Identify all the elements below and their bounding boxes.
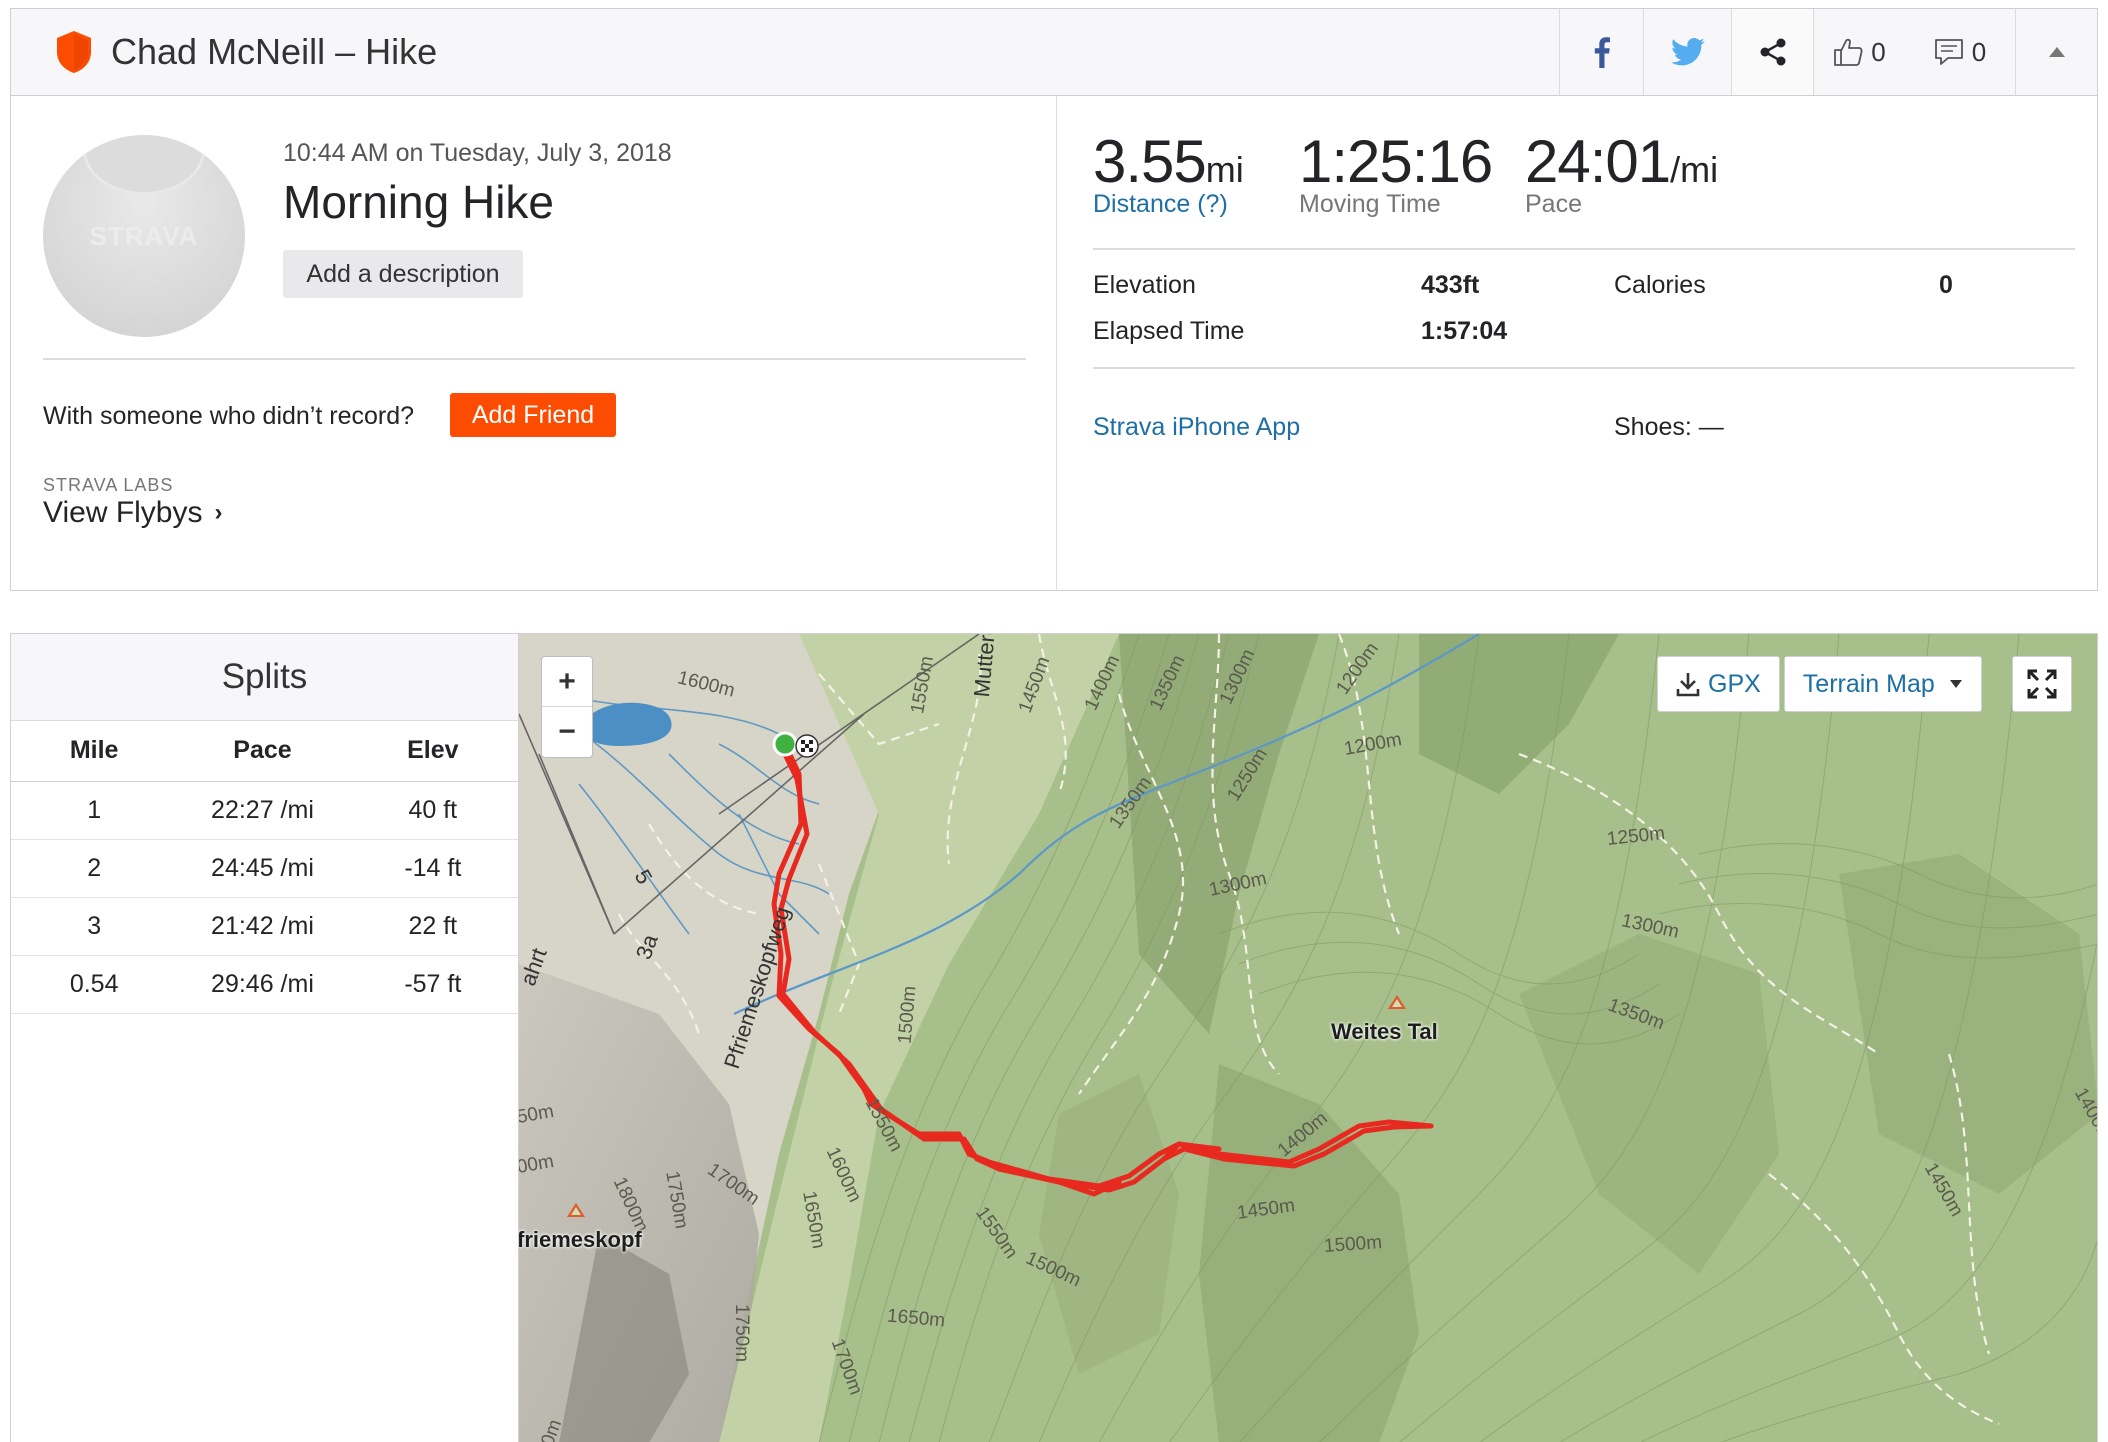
distance-value: 3.55 [1093, 128, 1207, 195]
elapsed-time-value: 1:57:04 [1421, 317, 1508, 345]
distance-label-link[interactable]: Distance (?) [1093, 190, 1244, 219]
stat-pace: 24:01/mi Pace [1525, 127, 1718, 219]
split-mile: 0.54 [11, 955, 178, 1014]
header-title-wrap: Chad McNeill – Hike [11, 30, 1559, 74]
column-header-pace: Pace [177, 721, 348, 782]
add-description-button[interactable]: Add a description [283, 250, 523, 298]
map-type-select[interactable]: Terrain Map [1783, 656, 1982, 712]
activity-stats: 3.55mi Distance (?) 1:25:16 Moving Time … [1059, 95, 2099, 590]
finish-flag-icon [795, 734, 819, 758]
elapsed-time-label: Elapsed Time [1093, 317, 1245, 345]
split-pace: 29:46 /mi [177, 955, 348, 1014]
view-flybys-label: View Flybys [43, 496, 203, 529]
splits-header-row: Mile Pace Elev [11, 721, 518, 782]
pace-unit: /mi [1670, 149, 1719, 190]
table-row[interactable]: 3 21:42 /mi 22 ft [11, 897, 518, 956]
activity-datetime: 10:44 AM on Tuesday, July 3, 2018 [283, 139, 672, 167]
gpx-label: GPX [1708, 669, 1761, 698]
activity-name[interactable]: Morning Hike [283, 175, 554, 229]
zoom-in-button[interactable]: + [542, 657, 592, 707]
activity-title: Chad McNeill – Hike [111, 31, 438, 72]
calories-value: 0 [1939, 271, 1953, 299]
gpx-download-button[interactable]: GPX [1657, 656, 1780, 712]
kudos-count: 0 [1871, 36, 1886, 67]
device-link[interactable]: Strava iPhone App [1093, 413, 1300, 442]
distance-unit: mi [1205, 149, 1244, 190]
route-map[interactable]: 1600m 1550m 1450m 1400m 1350m 1300m 1200… [518, 633, 2098, 1442]
split-mile: 2 [11, 839, 178, 898]
with-someone-text: With someone who didn’t record? [43, 402, 415, 430]
activity-details: STRAVA 10:44 AM on Tuesday, July 3, 2018… [11, 95, 1057, 590]
stat-distance: 3.55mi Distance (?) [1093, 127, 1244, 219]
terrain-map-layer [519, 634, 2097, 1442]
peak-icon [1388, 995, 1406, 1009]
strava-shield-icon [57, 31, 91, 73]
map-controls: GPX Terrain Map [1657, 656, 1982, 712]
comment-count: 0 [1971, 36, 1987, 67]
fullscreen-button[interactable] [2012, 656, 2072, 712]
splits-table: Mile Pace Elev 1 22:27 /mi 40 ft 2 24:45… [11, 721, 518, 1014]
elevation-label: Elevation [1093, 271, 1196, 299]
splits-title: Splits [11, 634, 518, 721]
place-label: Weites Tal [1331, 1019, 1438, 1044]
facebook-share-button[interactable] [1559, 9, 1643, 95]
twitter-share-button[interactable] [1643, 9, 1731, 95]
comment-button[interactable]: 0 [1905, 9, 2015, 95]
kudos-button[interactable]: 0 [1813, 9, 1905, 95]
split-elev: -57 ft [347, 955, 518, 1014]
share-button[interactable] [1731, 9, 1813, 95]
table-row[interactable]: 2 24:45 /mi -14 ft [11, 839, 518, 898]
facebook-icon [1594, 37, 1610, 68]
column-header-elev: Elev [347, 721, 518, 782]
split-elev: 40 ft [347, 781, 518, 840]
column-header-mile: Mile [11, 721, 178, 782]
calories-label: Calories [1614, 271, 1706, 299]
avatar-collar [83, 135, 205, 195]
split-mile: 1 [11, 781, 178, 840]
map-type-label: Terrain Map [1802, 669, 1935, 698]
peak-icon [567, 1203, 585, 1217]
fullscreen-icon [2027, 669, 2057, 699]
zoom-control: + − [541, 656, 593, 758]
split-elev: 22 ft [347, 897, 518, 956]
table-row[interactable]: 1 22:27 /mi 40 ft [11, 781, 518, 840]
zoom-out-button[interactable]: − [542, 707, 592, 757]
download-icon [1676, 673, 1700, 697]
divider [43, 358, 1026, 360]
divider [1093, 367, 2075, 369]
split-pace: 21:42 /mi [177, 897, 348, 956]
activity-header: Chad McNeill – Hike 0 0 [10, 8, 2098, 96]
view-flybys-link[interactable]: View Flybys › [43, 496, 223, 530]
comment-icon [1934, 39, 1963, 65]
share-icon [1760, 38, 1785, 66]
stat-moving-time: 1:25:16 Moving Time [1299, 127, 1493, 219]
activity-summary: STRAVA 10:44 AM on Tuesday, July 3, 2018… [10, 95, 2098, 591]
avatar-strava-logo: STRAVA [89, 221, 199, 251]
contour-label: 1500m [1323, 1232, 1383, 1258]
pace-value: 24:01 [1525, 128, 1671, 195]
contour-label: 1750m [731, 1303, 753, 1363]
caret-down-icon [1949, 680, 1962, 688]
strava-labs-label: STRAVA LABS [43, 475, 174, 495]
table-row[interactable]: 0.54 29:46 /mi -57 ft [11, 955, 518, 1014]
splits-panel: Splits Mile Pace Elev 1 22:27 /mi 40 ft … [10, 633, 518, 1442]
twitter-icon [1670, 38, 1705, 66]
add-friend-button[interactable]: Add Friend [450, 393, 616, 437]
divider [1093, 248, 2075, 250]
chevron-right-icon: › [214, 499, 223, 526]
split-pace: 24:45 /mi [177, 839, 348, 898]
collapse-button[interactable] [2015, 9, 2097, 95]
elevation-value: 433ft [1421, 271, 1480, 299]
split-mile: 3 [11, 897, 178, 956]
collapse-icon [2048, 47, 2065, 57]
shoes-text: Shoes: — [1614, 413, 1724, 441]
split-pace: 22:27 /mi [177, 781, 348, 840]
thumbs-up-icon [1834, 38, 1863, 66]
place-label: friemeskopf [518, 1227, 642, 1252]
split-elev: -14 ft [347, 839, 518, 898]
avatar[interactable]: STRAVA [43, 135, 245, 337]
moving-time-value: 1:25:16 [1299, 128, 1493, 195]
